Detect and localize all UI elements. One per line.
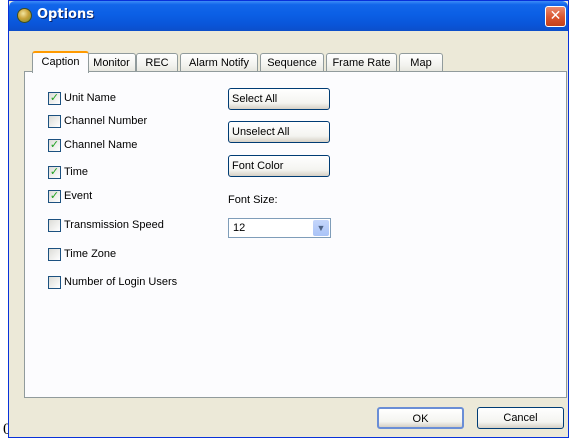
tab-sequence[interactable]: Sequence	[260, 53, 324, 72]
checkbox-label: Transmission Speed	[64, 219, 164, 231]
checkbox-box[interactable]: ✓	[48, 165, 61, 179]
checkbox-label: Event	[64, 190, 93, 202]
checkbox-box[interactable]: ✓	[48, 189, 61, 203]
tab-monitor[interactable]: Monitor	[87, 53, 136, 72]
checkbox-label: Channel Name	[64, 139, 138, 151]
checkbox-box[interactable]: ✓	[48, 138, 61, 152]
check-mark-icon: ✓	[49, 138, 60, 151]
tab-alarm-notify[interactable]: Alarm Notify	[180, 53, 258, 72]
checkbox-box[interactable]	[48, 248, 61, 261]
checkbox-label: Number of Login Users	[64, 276, 178, 288]
checkbox-label: Unit Name	[64, 92, 116, 104]
checkbox-box[interactable]	[48, 115, 61, 128]
tab-caption[interactable]: Caption	[32, 51, 89, 73]
check-mark-icon: ✓	[49, 189, 60, 202]
tab-map[interactable]: Map	[399, 53, 443, 72]
checkbox-box[interactable]	[48, 276, 61, 289]
font-size-select[interactable]: 12 ▼	[228, 218, 331, 238]
font-size-value: 12	[233, 222, 246, 234]
tab-frame-rate[interactable]: Frame Rate	[326, 53, 397, 72]
unselect-all-button[interactable]: Unselect All	[228, 121, 330, 143]
app-globe-icon	[17, 8, 32, 23]
checkbox-label: Time Zone	[64, 248, 117, 260]
chevron-down-icon[interactable]: ▼	[313, 220, 329, 236]
check-mark-icon: ✓	[49, 165, 60, 178]
font-color-button[interactable]: Font Color	[228, 155, 330, 177]
checkbox-box[interactable]: ✓	[48, 91, 61, 105]
window-title: Options	[37, 7, 94, 22]
close-button[interactable]: ✕	[545, 6, 566, 27]
select-all-button[interactable]: Select All	[228, 88, 330, 110]
title-bar[interactable]: Options ✕	[9, 1, 568, 31]
cancel-button[interactable]: Cancel	[477, 407, 564, 429]
check-mark-icon: ✓	[49, 91, 60, 104]
ok-button[interactable]: OK	[377, 407, 464, 429]
checkbox-label: Channel Number	[64, 115, 148, 127]
checkbox-label: Time	[64, 166, 89, 178]
checkbox-box[interactable]	[48, 219, 61, 232]
tab-rec[interactable]: REC	[136, 53, 178, 72]
font-size-label: Font Size:	[228, 194, 278, 206]
